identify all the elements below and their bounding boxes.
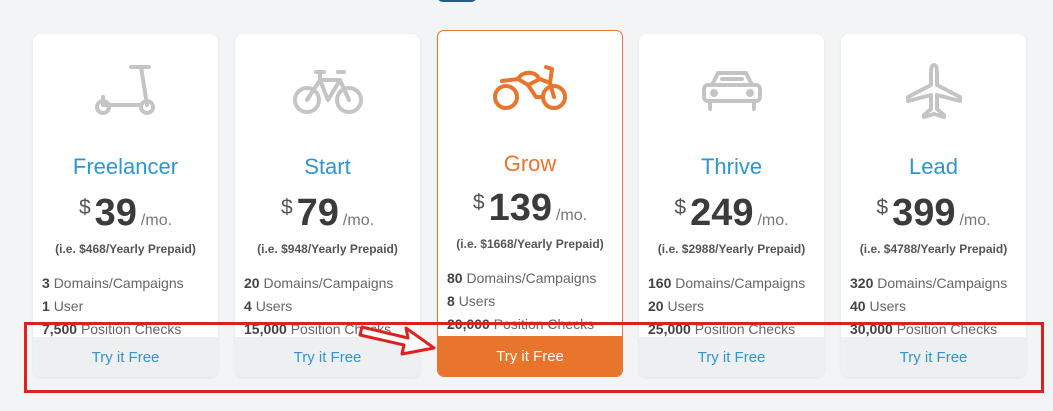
price-period: /mo.: [342, 212, 375, 229]
price-amount: 79: [296, 192, 339, 234]
top-tab-indicator: [437, 0, 477, 2]
currency-symbol: $: [78, 196, 91, 219]
price-period: /mo.: [959, 212, 991, 229]
price-amount: 139: [488, 187, 552, 229]
feature-label: User: [53, 298, 84, 314]
feature-item: 1 User: [42, 295, 184, 318]
feature-value: 20: [648, 298, 664, 314]
feature-item: 3 Domains/Campaigns: [42, 272, 184, 295]
feature-item: 20 Users: [648, 295, 805, 318]
feature-item: 320 Domains/Campaigns: [850, 272, 1007, 295]
feature-value: 320: [850, 275, 874, 291]
plan-name: Freelancer: [72, 154, 179, 179]
yearly-price-note: (i.e. $4788/Yearly Prepaid): [859, 242, 1008, 256]
feature-label: Domains/Campaigns: [877, 275, 1008, 291]
feature-value: 3: [42, 275, 50, 291]
feature-label: Domains/Campaigns: [675, 275, 806, 291]
plan-price: $79/mo.: [235, 192, 420, 235]
bicycle-icon: [235, 62, 420, 120]
price-period: /mo.: [757, 212, 789, 229]
price-amount: 249: [690, 192, 754, 234]
feature-item: 20 Domains/Campaigns: [244, 272, 393, 295]
feature-label: Users: [869, 298, 907, 314]
annotation-highlight-box: [24, 322, 1044, 393]
feature-label: Users: [458, 293, 496, 309]
feature-item: 4 Users: [244, 295, 393, 318]
motorcycle-icon: [438, 57, 622, 115]
feature-item: 40 Users: [850, 295, 1007, 318]
feature-value: 80: [447, 270, 463, 286]
plan-price: $399/mo.: [841, 192, 1026, 235]
yearly-price-note: (i.e. $2988/Yearly Prepaid): [657, 242, 806, 256]
price-amount: 399: [892, 192, 956, 234]
currency-symbol: $: [876, 196, 889, 219]
currency-symbol: $: [674, 196, 687, 219]
plan-name: Thrive: [700, 154, 763, 179]
yearly-price-note: (i.e. $948/Yearly Prepaid): [257, 242, 398, 256]
price-period: /mo.: [555, 207, 588, 224]
feature-item: 160 Domains/Campaigns: [648, 272, 805, 295]
currency-symbol: $: [280, 196, 293, 219]
plan-name: Lead: [909, 154, 958, 179]
price-amount: 39: [94, 192, 137, 234]
feature-item: 80 Domains/Campaigns: [447, 267, 596, 290]
plan-name: Grow: [503, 151, 557, 176]
feature-label: Domains/Campaigns: [466, 270, 597, 286]
yearly-price-note: (i.e. $1668/Yearly Prepaid): [456, 237, 604, 251]
price-period: /mo.: [140, 212, 173, 229]
plan-name: Start: [304, 154, 351, 179]
yearly-price-note: (i.e. $468/Yearly Prepaid): [55, 242, 196, 256]
feature-value: 40: [850, 298, 866, 314]
feature-label: Domains/Campaigns: [263, 275, 394, 291]
annotation-arrow-icon: [358, 325, 436, 356]
scooter-icon: [33, 62, 218, 120]
feature-value: 160: [648, 275, 672, 291]
car-icon: [639, 62, 824, 120]
feature-label: Users: [255, 298, 293, 314]
airplane-icon: [841, 62, 1026, 120]
plan-price: $139/mo.: [438, 187, 622, 230]
feature-item: 8 Users: [447, 290, 596, 313]
currency-symbol: $: [472, 191, 485, 214]
plan-price: $39/mo.: [33, 192, 218, 235]
feature-value: 1: [42, 298, 50, 314]
feature-label: Users: [667, 298, 705, 314]
feature-value: 20: [244, 275, 260, 291]
feature-value: 8: [447, 293, 455, 309]
feature-value: 4: [244, 298, 252, 314]
plan-price: $249/mo.: [639, 192, 824, 235]
feature-label: Domains/Campaigns: [53, 275, 184, 291]
